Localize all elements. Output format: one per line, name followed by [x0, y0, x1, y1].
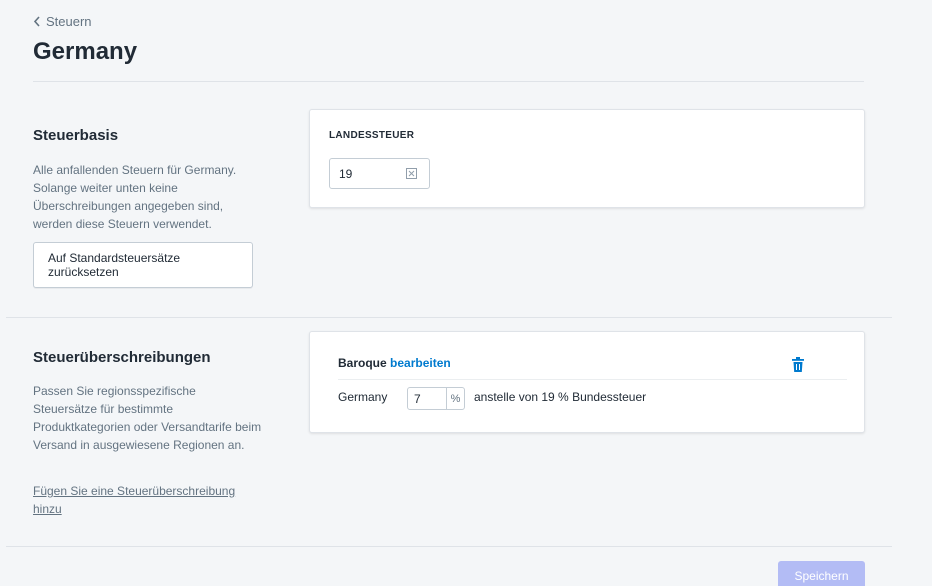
override-section-description: Passen Sie regionsspezifische Steuersätz…	[33, 384, 262, 452]
country-tax-input[interactable]	[330, 159, 400, 188]
override-header: Baroque bearbeiten	[338, 356, 451, 370]
override-card: Baroque bearbeiten Germany % anstelle vo…	[309, 331, 865, 433]
chevron-left-icon	[33, 16, 40, 27]
breadcrumb-label: Steuern	[46, 14, 92, 29]
percent-suffix: %	[446, 388, 464, 409]
override-edit-link[interactable]: bearbeiten	[390, 356, 451, 370]
add-override-link[interactable]: Fügen Sie eine Steuerüberschreibung hinz…	[33, 482, 263, 518]
country-tax-label: LANDESSTEUER	[329, 130, 415, 141]
override-name: Baroque	[338, 356, 387, 370]
override-section-title: Steuerüberschreibungen	[33, 349, 211, 366]
base-section-title: Steuerbasis	[33, 127, 119, 144]
reset-default-rates-button[interactable]: Auf Standardsteuersätze zurücksetzen	[33, 242, 253, 288]
footer-divider	[6, 546, 892, 547]
override-rate-field: %	[407, 387, 465, 410]
divider	[33, 81, 864, 82]
override-rate-input[interactable]	[408, 388, 446, 409]
clear-icon[interactable]	[406, 168, 417, 179]
override-region: Germany	[338, 390, 388, 404]
row-divider	[338, 379, 847, 380]
section-divider	[6, 317, 892, 318]
override-instead-text: anstelle von 19 % Bundessteuer	[474, 390, 647, 404]
country-tax-field	[329, 158, 430, 189]
page-title: Germany	[33, 38, 138, 65]
trash-icon[interactable]	[792, 357, 804, 372]
country-tax-card: LANDESSTEUER	[309, 109, 865, 208]
save-button[interactable]: Speichern	[778, 561, 865, 586]
base-section-description: Alle anfallenden Steuern für Germany. So…	[33, 163, 237, 231]
breadcrumb-back[interactable]: Steuern	[33, 14, 92, 29]
